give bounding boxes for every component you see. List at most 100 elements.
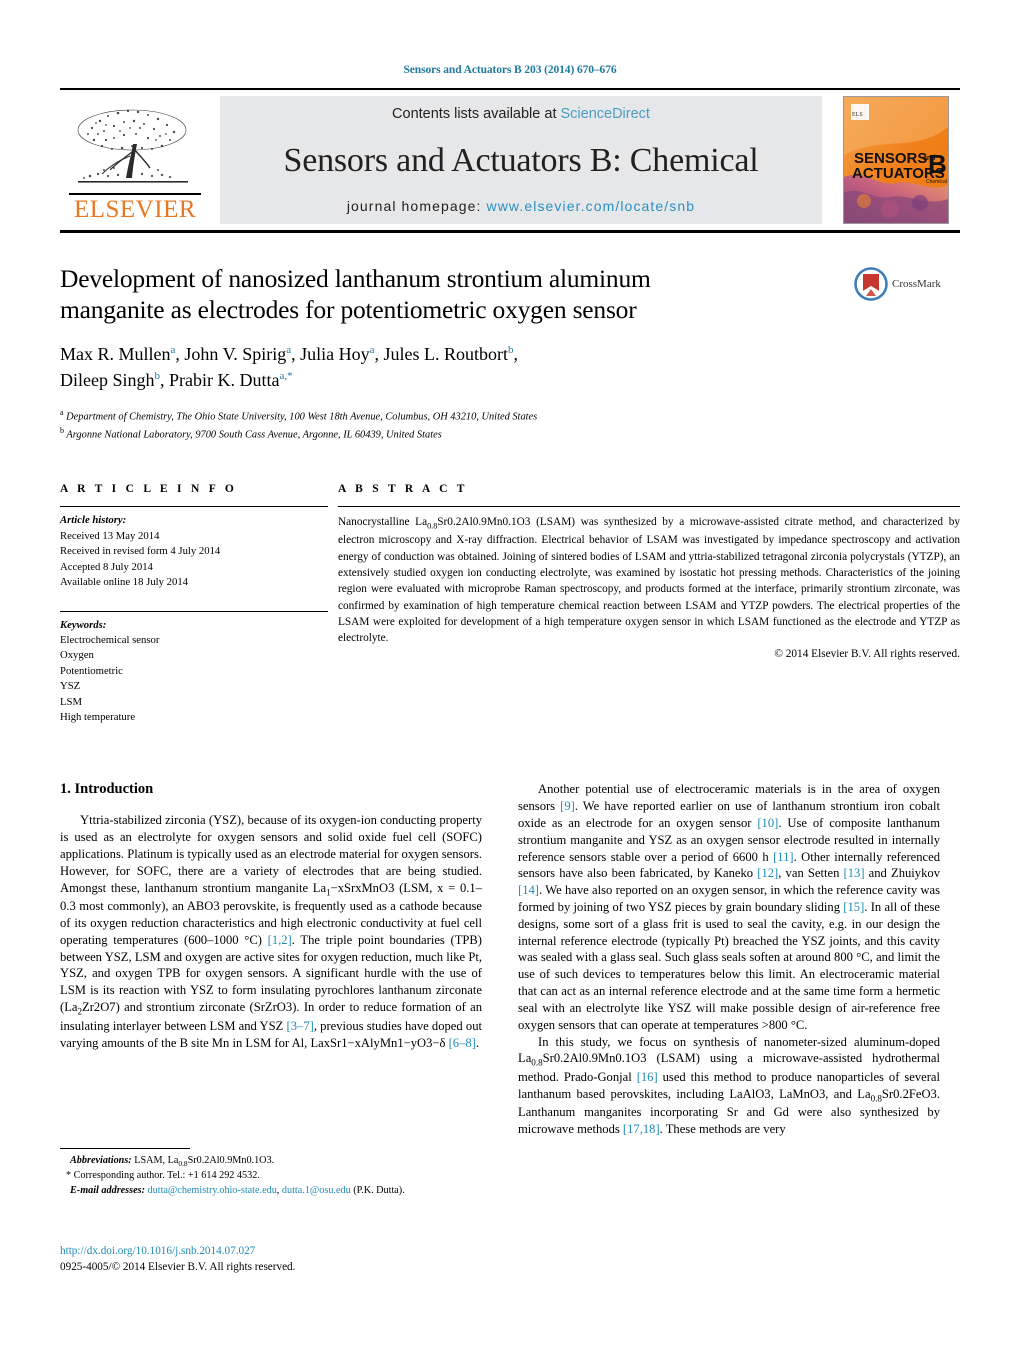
body-columns: 1. Introduction Yttria-stabilized zircon…	[60, 781, 960, 1138]
sciencedirect-link[interactable]: ScienceDirect	[561, 106, 650, 122]
affiliation-item: a Department of Chemistry, The Ohio Stat…	[60, 407, 960, 425]
author-name: John V. Spirig	[184, 344, 287, 365]
citation-ref[interactable]: [1,2]	[268, 933, 292, 947]
history-item: Available online 18 July 2014	[60, 576, 189, 589]
copyright-line: © 2014 Elsevier B.V. All rights reserved…	[774, 648, 960, 661]
affiliation-text: Department of Chemistry, The Ohio State …	[66, 411, 538, 423]
footnote-block: Abbreviations: LSAM, La0.8Sr0.2Al0.9Mn0.…	[60, 1148, 482, 1198]
svg-text:B: B	[928, 149, 947, 179]
affiliation-marker: a	[60, 408, 64, 418]
keyword-item: Electrochemical sensor	[60, 633, 160, 646]
masthead-center: Contents lists available at ScienceDirec…	[220, 96, 822, 224]
abbreviations-label: Abbreviations:	[70, 1155, 132, 1166]
footnote-rule	[60, 1148, 190, 1149]
elsevier-wordmark: ELSEVIER	[69, 193, 201, 222]
crossmark-label: CrossMark	[892, 278, 941, 290]
cover-artwork-icon: ELS SENSORS and ACTUATORS B Chemical	[844, 97, 948, 223]
abbreviations-text: LSAM, La0.8Sr0.2Al0.9Mn0.1O3.	[134, 1155, 275, 1169]
email-link-2[interactable]: dutta.1@osu.edu	[282, 1185, 351, 1196]
keyword-item: High temperature	[60, 710, 136, 723]
affiliation-marker: b	[60, 426, 64, 436]
svg-text:Chemical: Chemical	[926, 179, 947, 185]
homepage-prefix: journal homepage:	[346, 198, 487, 214]
abbreviations-footnote: Abbreviations: LSAM, La0.8Sr0.2Al0.9Mn0.…	[60, 1154, 482, 1169]
citation-ref[interactable]: [15]	[843, 900, 864, 914]
author-name: Julia Hoy	[300, 344, 370, 365]
title-block: CrossMark Development of nanosized lanth…	[60, 263, 960, 443]
email-suffix: (P.K. Dutta).	[353, 1184, 405, 1196]
author-name: Max R. Mullen	[60, 344, 171, 365]
journal-homepage-link[interactable]: www.elsevier.com/locate/snb	[487, 198, 696, 214]
citation-ref[interactable]: [9]	[560, 799, 575, 813]
citation-ref[interactable]: [14]	[518, 883, 539, 897]
history-item: Accepted 8 July 2014	[60, 560, 153, 573]
body-column-right: Another potential use of electroceramic …	[518, 781, 940, 1138]
contents-prefix: Contents lists available at	[392, 106, 561, 122]
history-item: Received 13 May 2014	[60, 529, 160, 542]
section-title-introduction: 1. Introduction	[60, 781, 154, 798]
affiliation-text: Argonne National Laboratory, 9700 South …	[66, 429, 442, 441]
keywords-label: Keywords:	[60, 618, 107, 631]
journal-homepage-line: journal homepage: www.elsevier.com/locat…	[347, 198, 695, 214]
keyword-item: LSM	[60, 695, 82, 708]
affiliation-list: a Department of Chemistry, The Ohio Stat…	[60, 407, 960, 443]
email-link-1[interactable]: dutta@chemistry.ohio-state.edu	[148, 1185, 277, 1196]
article-history-label: Article history:	[60, 514, 127, 527]
abstract-text: Nanocrystalline La0.8Sr0.2Al0.9Mn0.1O3 (…	[338, 516, 960, 645]
running-head: Sensors and Actuators B 203 (2014) 670–6…	[403, 64, 617, 76]
asterisk-icon: *	[66, 1170, 72, 1182]
intro-paragraph: In this study, we focus on synthesis of …	[518, 1034, 940, 1137]
crossmark-badge[interactable]: CrossMark	[854, 267, 960, 301]
citation-ref[interactable]: [13]	[844, 866, 865, 880]
author-sep: ,	[291, 344, 301, 365]
author-list: Max R. Mullena, John V. Spiriga, Julia H…	[60, 342, 780, 393]
citation-ref[interactable]: [17,18]	[623, 1122, 660, 1136]
article-info-heading: A R T I C L E I N F O	[60, 483, 238, 496]
affiliation-item: b Argonne National Laboratory, 9700 Sout…	[60, 425, 960, 443]
article-history-block: Article history: Received 13 May 2014 Re…	[60, 507, 328, 590]
journal-masthead: ELSEVIER Contents lists available at Sci…	[60, 88, 960, 233]
citation-ref[interactable]: [3–7]	[287, 1019, 314, 1033]
svg-text:ELS: ELS	[852, 112, 863, 118]
article-page: Sensors and Actuators B 203 (2014) 670–6…	[0, 0, 1020, 1351]
keyword-item: Potentiometric	[60, 664, 123, 677]
citation-ref[interactable]: [10]	[757, 816, 778, 830]
author-sep: ,	[513, 344, 519, 365]
issn-copyright-line: 0925-4005/© 2014 Elsevier B.V. All right…	[60, 1261, 296, 1274]
author-name: Prabir K. Dutta	[169, 369, 280, 390]
intro-paragraph: Another potential use of electroceramic …	[518, 782, 941, 1032]
keyword-item: Oxygen	[60, 649, 94, 662]
author-name: Dileep Singh	[60, 369, 155, 390]
citation-ref[interactable]: [6–8]	[449, 1036, 476, 1050]
corresponding-author-text: Corresponding author. Tel.: +1 614 292 4…	[73, 1170, 260, 1182]
doi-block: http://dx.doi.org/10.1016/j.snb.2014.07.…	[60, 1243, 295, 1275]
doi-link[interactable]: http://dx.doi.org/10.1016/j.snb.2014.07.…	[60, 1243, 295, 1259]
elsevier-logo: ELSEVIER	[60, 96, 210, 224]
corresponding-author-marker[interactable]: a,*	[279, 370, 292, 382]
body-column-left: 1. Introduction Yttria-stabilized zircon…	[60, 781, 482, 1138]
page-title: Development of nanosized lanthanum stron…	[60, 264, 651, 325]
cover-image: ELS SENSORS and ACTUATORS B Chemical	[843, 96, 949, 224]
keywords-block: Keywords: Electrochemical sensor Oxygen …	[60, 605, 328, 726]
elsevier-tree-icon	[77, 109, 188, 183]
journal-title: Sensors and Actuators B: Chemical	[283, 142, 759, 179]
keyword-item: YSZ	[60, 680, 81, 693]
abstract-heading: A B S T R A C T	[338, 483, 468, 496]
email-footnote: E-mail addresses: dutta@chemistry.ohio-s…	[70, 1184, 405, 1196]
article-info-column: A R T I C L E I N F O Article history: R…	[60, 483, 328, 725]
citation-ref[interactable]: [11]	[773, 850, 794, 864]
citation-ref[interactable]: [12]	[757, 866, 778, 880]
author-name: Jules L. Routbort	[383, 344, 509, 365]
author-sep: ,	[374, 344, 384, 365]
corresponding-author-footnote: * Corresponding author. Tel.: +1 614 292…	[60, 1169, 482, 1183]
contents-available-line: Contents lists available at ScienceDirec…	[392, 106, 650, 122]
info-abstract-section: A R T I C L E I N F O Article history: R…	[60, 483, 960, 725]
history-item: Received in revised form 4 July 2014	[60, 545, 221, 558]
author-sep: ,	[160, 369, 169, 390]
journal-cover-thumbnail: ELS SENSORS and ACTUATORS B Chemical	[832, 96, 960, 224]
intro-paragraph: Yttria-stabilized zirconia (YSZ), becaus…	[60, 813, 483, 1050]
citation-ref[interactable]: [16]	[637, 1070, 658, 1084]
email-label: E-mail addresses:	[70, 1184, 145, 1196]
abstract-column: A B S T R A C T Nanocrystalline La0.8Sr0…	[328, 483, 960, 725]
crossmark-icon	[854, 267, 888, 301]
